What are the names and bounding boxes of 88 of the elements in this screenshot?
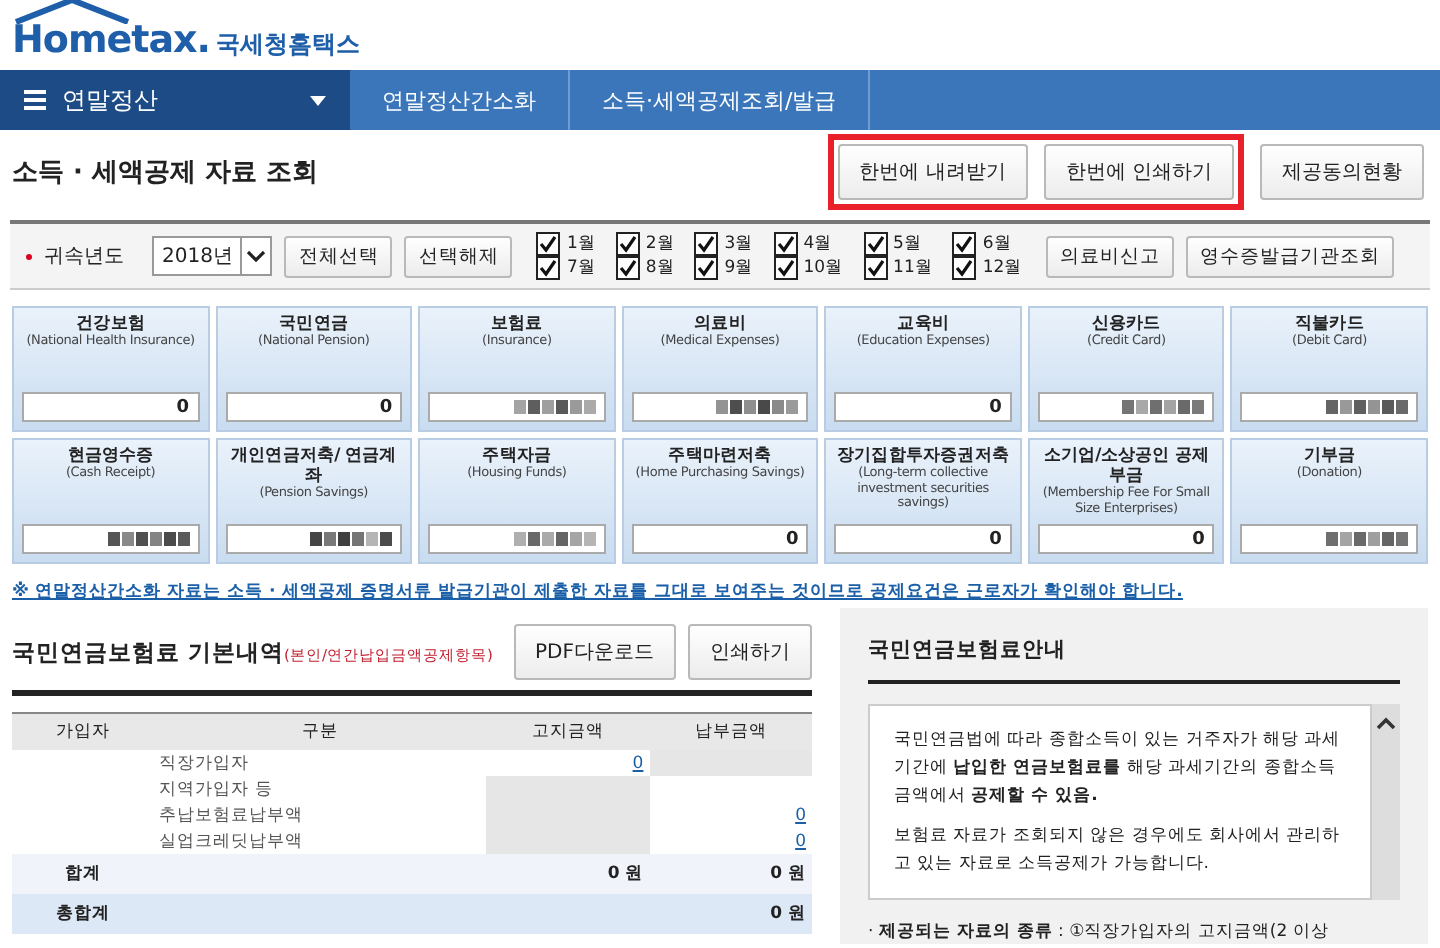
month-checkbox[interactable] <box>863 232 888 256</box>
table-cell: 추납보험료납부액 <box>153 802 487 828</box>
month-checkbox[interactable] <box>694 256 719 280</box>
amount-link[interactable]: 0 <box>632 753 644 773</box>
info-paragraph: 보험료 자료가 조회되지 않은 경우에도 회사에서 관리하고 있는 자료로 소득공제가 가능합니다. <box>894 824 1343 878</box>
card-title: 기부금 <box>1303 446 1356 466</box>
month-label: 8월 <box>645 257 675 279</box>
amount-field: 0 <box>834 392 1012 422</box>
filter-button[interactable]: 선택해제 <box>404 235 513 277</box>
month-checkbox[interactable] <box>615 232 640 256</box>
card-title: 주택자금 <box>482 446 552 466</box>
filter-button[interactable]: 영수증발급기관조회 <box>1186 235 1395 277</box>
section-button[interactable]: 인쇄하기 <box>688 624 812 680</box>
month-checkbox[interactable] <box>773 256 798 280</box>
logo-korean-text: 국세청홈택스 <box>216 28 361 62</box>
amount-field: 0 <box>834 524 1012 554</box>
column-header: 구분 <box>153 713 487 750</box>
table-cell: 0 원 <box>607 864 644 884</box>
month-checkbox[interactable] <box>773 232 798 256</box>
year-select[interactable]: 2018년 <box>152 236 273 276</box>
card-title: 현금영수증 <box>67 446 154 466</box>
table-cell: 총합계 <box>12 894 154 934</box>
month-label: 12월 <box>982 257 1023 279</box>
filter-button[interactable]: 전체선택 <box>284 235 393 277</box>
panel-title: 국민연금보험료안내 <box>868 628 1400 684</box>
breadcrumb-link[interactable]: 연말정산간소화 <box>350 70 570 130</box>
menu-icon <box>24 90 46 110</box>
month-label: 11월 <box>893 257 933 279</box>
month-label: 4월 <box>803 233 833 255</box>
card-title: 직불카드 <box>1295 314 1364 334</box>
amount-field: 0 <box>22 392 200 422</box>
card-title: 보험료 <box>491 314 543 334</box>
month-label: 9월 <box>724 257 754 279</box>
month-checkbox[interactable] <box>536 232 561 256</box>
card-title: 소기업/소상공인 공제부금 <box>1041 446 1211 486</box>
caret-icon <box>310 95 326 105</box>
table-cell: 실업크레딧납부액 <box>153 828 487 854</box>
month-checkbox[interactable] <box>536 256 561 280</box>
amount-link[interactable]: 0 <box>795 805 806 825</box>
table-cell: 0 원 <box>770 864 806 884</box>
scroll-up-icon <box>1376 716 1396 730</box>
card-title: 신용카드 <box>1091 314 1161 334</box>
amount-field: 0 <box>225 392 403 422</box>
table-cell: 0 원 <box>770 904 806 924</box>
month-label: 2월 <box>645 233 675 255</box>
month-label: 6월 <box>982 233 1012 255</box>
month-label: 1월 <box>566 233 596 255</box>
scrollbar[interactable] <box>1372 704 1400 900</box>
card-title: 국민연금 <box>279 314 349 334</box>
amount-field: 0 <box>631 524 809 554</box>
toolbar-button[interactable]: 제공동의현황 <box>1260 144 1424 200</box>
page-title: 소득 · 세액공제 자료 조회 <box>12 156 319 190</box>
month-label: 7월 <box>566 257 596 279</box>
month-checkbox[interactable] <box>615 256 640 280</box>
column-header: 고지금액 <box>486 713 650 750</box>
card-title: 장기집합투자증권저축 <box>837 446 1010 466</box>
notice-link[interactable]: ※ 연말정산간소화 자료는 소득 · 세액공제 증명서류 발급기관이 제출한 자료를 그대로 보여주는 것이므로 공제요건은 근로자가 확인해야 합니다. <box>12 580 1428 604</box>
card-title: 건강보험 <box>76 314 145 334</box>
amount-link[interactable]: 0 <box>795 831 806 851</box>
month-checkbox[interactable] <box>952 256 977 280</box>
breadcrumb-link[interactable]: 소득·세액공제조회/발급 <box>570 70 871 130</box>
card-title: 주택마련저축 <box>668 446 772 466</box>
filter-button[interactable]: 의료비신고 <box>1046 235 1175 277</box>
table-cell: 지역가입자 등 <box>153 776 487 802</box>
info-paragraph: 국민연금법에 따라 종합소득이 있는 거주자가 해당 과세기간에 납입한 연금보험료를 해당 과세기간의 종합소득금액에서 공제할 수 있음. <box>894 728 1343 810</box>
month-checkbox[interactable] <box>952 232 977 256</box>
card-title: 개인연금저축/ 연금계좌 <box>229 446 399 486</box>
card-title: 교육비 <box>897 314 949 334</box>
column-header: 납부금액 <box>649 713 812 750</box>
info-paragraph: · 제공되는 자료의 종류 : ①직장가입자의 고지금액(2 이상 <box>868 920 1331 944</box>
amount-field: 0 <box>1037 524 1215 554</box>
table-cell: 직장가입자 <box>153 750 487 776</box>
house-roof-icon <box>12 0 132 24</box>
month-label: 5월 <box>893 233 922 255</box>
toolbar-button[interactable]: 한번에 내려받기 <box>837 144 1028 200</box>
month-label: 3월 <box>724 233 754 255</box>
month-label: 10월 <box>803 257 844 279</box>
card-title: 의료비 <box>694 314 746 334</box>
toolbar-button[interactable]: 한번에 인쇄하기 <box>1043 144 1234 200</box>
table-cell: 합계 <box>12 854 154 894</box>
month-checkbox[interactable] <box>694 232 719 256</box>
column-header: 가입자 <box>12 713 154 750</box>
required-mark <box>26 253 32 259</box>
section-button[interactable]: PDF다운로드 <box>513 624 676 680</box>
year-label: 귀속년도 <box>44 244 124 270</box>
menu-dropdown[interactable]: 연말정산 <box>0 70 350 130</box>
logo-text[interactable]: Hometax. <box>12 18 211 62</box>
month-checkbox[interactable] <box>863 256 888 280</box>
